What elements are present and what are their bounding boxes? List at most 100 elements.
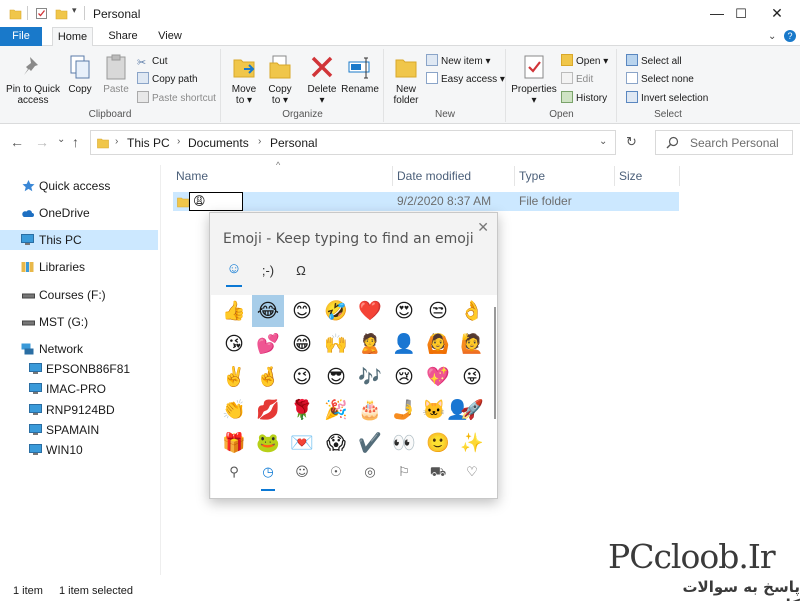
emoji-person-pouting[interactable]: 🙎 — [354, 328, 386, 360]
tab-kaomoji[interactable]: ;-) — [255, 263, 281, 278]
nav-item-win10[interactable]: WIN10 — [0, 440, 158, 460]
rename-input[interactable]: 😩 — [189, 192, 243, 211]
column-header-type[interactable]: Type — [514, 166, 612, 186]
pane-divider[interactable] — [160, 165, 161, 575]
emoji-crossed-fingers[interactable]: 🤞 — [252, 361, 284, 393]
emoji-love-letter[interactable]: 💌 — [286, 427, 318, 459]
folder-icon[interactable] — [9, 7, 22, 20]
nav-item-libraries[interactable]: Libraries — [0, 257, 158, 277]
nav-item-spamain[interactable]: SPAMAIN — [0, 420, 158, 440]
nav-item-quick-access[interactable]: Quick access — [0, 176, 158, 196]
nav-item-courses-drive[interactable]: Courses (F:) — [0, 285, 158, 305]
search-icon[interactable]: ⚲ — [218, 465, 250, 480]
new-folder-icon[interactable] — [55, 7, 68, 20]
people-icon[interactable]: ☉ — [320, 465, 352, 480]
smiley-icon[interactable]: ☺ — [286, 465, 318, 480]
breadcrumb-separator[interactable]: › — [258, 136, 261, 147]
emoji-unamused[interactable]: 😒 — [422, 295, 454, 327]
copy-button[interactable]: Copy — [64, 53, 96, 95]
emoji-sunglasses[interactable]: 😎 — [320, 361, 352, 393]
emoji-tongue-wink[interactable]: 😜 — [456, 361, 488, 393]
emoji-two-hearts[interactable]: 💕 — [252, 328, 284, 360]
emoji-sparkling-heart[interactable]: 💖 — [422, 361, 454, 393]
address-dropdown-button[interactable]: ⌄ — [599, 136, 607, 147]
up-button[interactable]: ↑ — [72, 134, 79, 150]
heart-icon[interactable]: ♡ — [456, 465, 488, 480]
close-icon[interactable]: ✕ — [477, 219, 489, 236]
emoji-blush[interactable]: 😊 — [286, 295, 318, 327]
nav-item-network[interactable]: Network — [0, 339, 158, 359]
nav-item-imac-pro[interactable]: IMAC-PRO — [0, 379, 158, 399]
back-button[interactable]: ← — [10, 134, 24, 150]
select-all-button[interactable]: Select all — [626, 54, 682, 70]
emoji-grin[interactable]: 😁 — [286, 328, 318, 360]
column-header-name[interactable]: Name — [172, 166, 390, 186]
emoji-rocket[interactable]: 🚀 — [456, 394, 488, 426]
delete-button[interactable]: Delete ▾ — [304, 53, 340, 106]
emoji-raised-hands[interactable]: 🙌 — [320, 328, 352, 360]
nav-item-rnp9124bd[interactable]: RNP9124BD — [0, 400, 158, 420]
emoji-ninja-cat[interactable]: 🐱‍👤 — [422, 394, 469, 426]
breadcrumb-documents[interactable]: Documents — [188, 136, 249, 150]
paste-shortcut-button[interactable]: Paste shortcut — [137, 91, 216, 107]
car-icon[interactable]: ⛟ — [422, 465, 454, 482]
column-header-date-modified[interactable]: Date modified — [392, 166, 512, 186]
easy-access-button[interactable]: Easy access ▾ — [426, 72, 505, 88]
emoji-eyes[interactable]: 👀 — [388, 427, 420, 459]
food-icon[interactable]: ⚐ — [388, 465, 420, 480]
rename-button[interactable]: Rename — [340, 53, 380, 95]
chevron-down-icon[interactable]: ⌄ — [768, 31, 776, 42]
new-item-button[interactable]: New item ▾ — [426, 54, 490, 70]
emoji-heart-eyes[interactable]: 😍 — [388, 295, 420, 327]
tab-share[interactable]: Share — [103, 27, 143, 46]
new-folder-button[interactable]: New folder — [389, 53, 423, 106]
address-bar[interactable]: › This PC › Documents › Personal ⌄ — [90, 130, 616, 155]
tab-emoji[interactable]: ☺ — [221, 260, 247, 277]
close-button[interactable]: ✕ — [754, 0, 800, 27]
emoji-gift[interactable]: 🎁 — [218, 427, 250, 459]
edit-button[interactable]: Edit — [561, 72, 593, 88]
emoji-kiss[interactable]: 😘 — [218, 328, 250, 360]
paste-button[interactable]: Paste — [100, 53, 132, 95]
emoji-slight-smile[interactable]: 🙂 — [422, 427, 454, 459]
refresh-button[interactable]: ↻ — [620, 130, 643, 155]
emoji-joy[interactable]: 😂 — [252, 295, 284, 327]
history-button[interactable]: History — [561, 91, 607, 107]
emoji-scream[interactable]: 😱 — [320, 427, 352, 459]
emoji-person-ok[interactable]: 🙆 — [422, 328, 454, 360]
emoji-sparkles[interactable]: ✨ — [456, 427, 488, 459]
emoji-victory[interactable]: ✌️ — [218, 361, 250, 393]
tab-file[interactable]: File — [0, 27, 42, 46]
breadcrumb-separator[interactable]: › — [115, 136, 118, 147]
emoji-bust[interactable]: 👤 — [388, 328, 420, 360]
clock-icon[interactable]: ◷ — [252, 465, 284, 480]
emoji-check-mark[interactable]: ✔️ — [354, 427, 386, 459]
emoji-cake[interactable]: 🎂 — [354, 394, 386, 426]
nav-item-this-pc[interactable]: This PC — [0, 230, 158, 250]
copy-path-button[interactable]: Copy path — [137, 72, 198, 88]
tab-view[interactable]: View — [152, 27, 188, 46]
column-header-size[interactable]: Size — [614, 166, 680, 186]
pin-to-quick-access-button[interactable]: Pin to Quick access — [4, 53, 62, 106]
forward-button[interactable]: → — [35, 134, 49, 150]
recent-locations-button[interactable]: ⌄ — [57, 134, 65, 145]
emoji-frog[interactable]: 🐸 — [252, 427, 284, 459]
emoji-heart[interactable]: ❤️ — [354, 295, 386, 327]
customize-toolbar-icon[interactable]: ▾ — [72, 5, 77, 16]
properties-icon[interactable] — [35, 7, 48, 20]
emoji-ok-hand[interactable]: 👌 — [456, 295, 488, 327]
celebration-icon[interactable]: ◎ — [354, 465, 386, 480]
emoji-party-popper[interactable]: 🎉 — [320, 394, 352, 426]
emoji-wink[interactable]: 😉 — [286, 361, 318, 393]
breadcrumb-this-pc[interactable]: This PC — [127, 136, 170, 150]
breadcrumb-personal[interactable]: Personal — [270, 136, 317, 150]
nav-item-epsonb86f81[interactable]: EPSONB86F81 — [0, 359, 158, 379]
emoji-thumbs-up[interactable]: 👍 — [218, 295, 250, 327]
emoji-person-raising-hand[interactable]: 🙋 — [456, 328, 488, 360]
nav-item-mst-drive[interactable]: MST (G:) — [0, 312, 158, 332]
cut-button[interactable]: ✂ Cut — [137, 54, 168, 70]
help-icon[interactable]: ? — [784, 30, 796, 42]
nav-item-onedrive[interactable]: OneDrive — [0, 203, 158, 223]
move-to-button[interactable]: Move to ▾ — [228, 53, 260, 106]
tab-home[interactable]: Home — [52, 27, 93, 47]
